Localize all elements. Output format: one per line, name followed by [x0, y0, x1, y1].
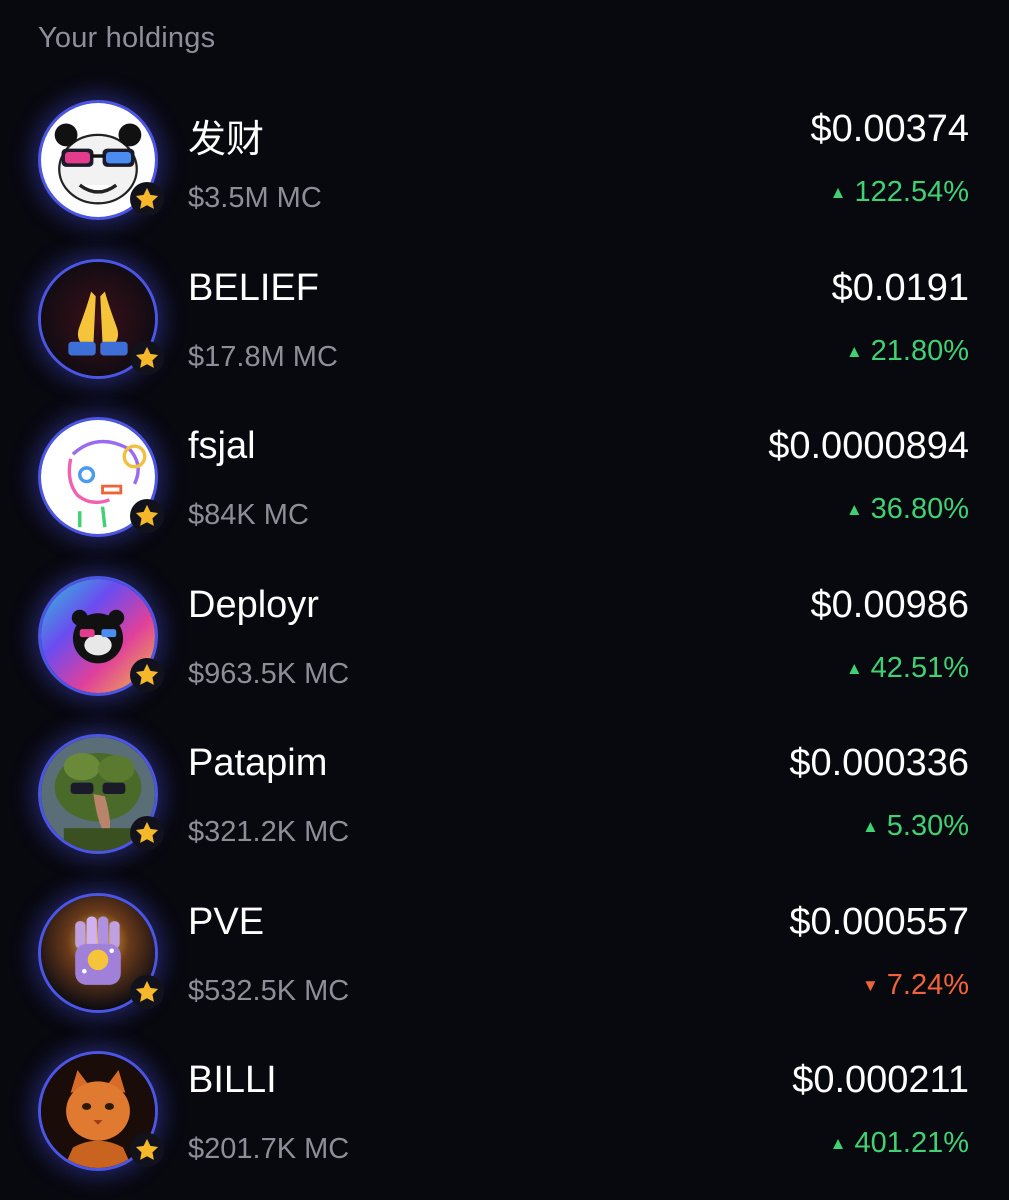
- star-icon: [130, 974, 164, 1009]
- token-price: $0.00986: [810, 583, 970, 626]
- token-avatar[interactable]: [38, 258, 164, 379]
- token-price: $0.000557: [789, 900, 969, 943]
- star-icon: [130, 499, 164, 533]
- token-price: $0.00374: [810, 108, 970, 150]
- price-change: ▲ 21.80%: [846, 335, 969, 368]
- holdings-list: 发财 $3.5M MC $0.00374 ▲ 122.54% BELIEF $1…: [0, 98, 1009, 1200]
- market-cap: $3.5M MC: [188, 182, 322, 214]
- price-change: ▲ 36.80%: [846, 493, 969, 526]
- token-name: fsjal: [188, 425, 256, 467]
- down-arrow-icon: ▼: [861, 975, 879, 995]
- market-cap: $532.5K MC: [188, 974, 350, 1007]
- holding-row[interactable]: BELIEF $17.8M MC $0.0191 ▲ 21.80%: [0, 257, 1009, 416]
- price-change-value: 42.51%: [870, 651, 969, 684]
- token-price: $0.0000894: [768, 425, 969, 467]
- price-change-value: 122.54%: [854, 176, 970, 208]
- holding-row[interactable]: 发财 $3.5M MC $0.00374 ▲ 122.54%: [0, 98, 1009, 257]
- star-icon: [130, 1133, 164, 1167]
- up-arrow-icon: ▲: [829, 183, 847, 202]
- token-name: BILLI: [188, 1059, 277, 1101]
- up-arrow-icon: ▲: [845, 341, 863, 361]
- price-change: ▼ 7.24%: [862, 969, 969, 1002]
- price-change: ▲ 5.30%: [862, 810, 969, 843]
- holding-row[interactable]: Deployr $963.5K MC $0.00986 ▲ 42.51%: [0, 574, 1009, 733]
- market-cap: $17.8M MC: [188, 340, 338, 373]
- price-change-value: 36.80%: [870, 493, 969, 525]
- token-avatar[interactable]: [38, 100, 164, 220]
- price-change: ▲ 42.51%: [846, 652, 969, 685]
- token-avatar[interactable]: [38, 734, 164, 854]
- token-avatar[interactable]: [38, 575, 164, 696]
- up-arrow-icon: ▲: [845, 658, 863, 678]
- holding-row[interactable]: BILLI $201.7K MC $0.000211 ▲ 401.21%: [0, 1049, 1009, 1200]
- token-name: Deployr: [188, 583, 319, 626]
- section-title: Your holdings: [38, 22, 216, 54]
- token-price: $0.0191: [831, 266, 969, 309]
- token-name: PVE: [188, 900, 265, 943]
- price-change-value: 401.21%: [854, 1127, 970, 1159]
- market-cap: $201.7K MC: [188, 1133, 350, 1165]
- price-change-value: 21.80%: [870, 334, 969, 367]
- up-arrow-icon: ▲: [861, 817, 879, 836]
- star-icon: [130, 657, 164, 692]
- star-icon: [130, 816, 164, 850]
- price-change: ▲ 401.21%: [830, 1127, 969, 1160]
- token-price: $0.000336: [789, 742, 969, 784]
- price-change: ▲ 122.54%: [830, 176, 969, 209]
- market-cap: $321.2K MC: [188, 816, 350, 848]
- price-change-value: 7.24%: [886, 968, 969, 1001]
- up-arrow-icon: ▲: [829, 1134, 847, 1153]
- token-name: 发财: [188, 119, 265, 161]
- up-arrow-icon: ▲: [845, 500, 863, 519]
- star-icon: [130, 182, 164, 216]
- price-change-value: 5.30%: [886, 810, 969, 842]
- holdings-page: Your holdings 发财 $3.5M MC $0.00374 ▲ 122…: [0, 0, 1009, 1200]
- holding-row[interactable]: PVE $532.5K MC $0.000557 ▼ 7.24%: [0, 891, 1009, 1050]
- market-cap: $84K MC: [188, 499, 309, 531]
- star-icon: [130, 340, 164, 375]
- token-avatar[interactable]: [38, 417, 164, 537]
- market-cap: $963.5K MC: [188, 657, 350, 690]
- token-avatar[interactable]: [38, 1051, 164, 1171]
- token-avatar[interactable]: [38, 892, 164, 1013]
- token-name: BELIEF: [188, 266, 319, 309]
- holding-row[interactable]: Patapim $321.2K MC $0.000336 ▲ 5.30%: [0, 732, 1009, 891]
- token-price: $0.000211: [792, 1059, 969, 1101]
- token-name: Patapim: [188, 742, 328, 784]
- holding-row[interactable]: fsjal $84K MC $0.0000894 ▲ 36.80%: [0, 415, 1009, 574]
